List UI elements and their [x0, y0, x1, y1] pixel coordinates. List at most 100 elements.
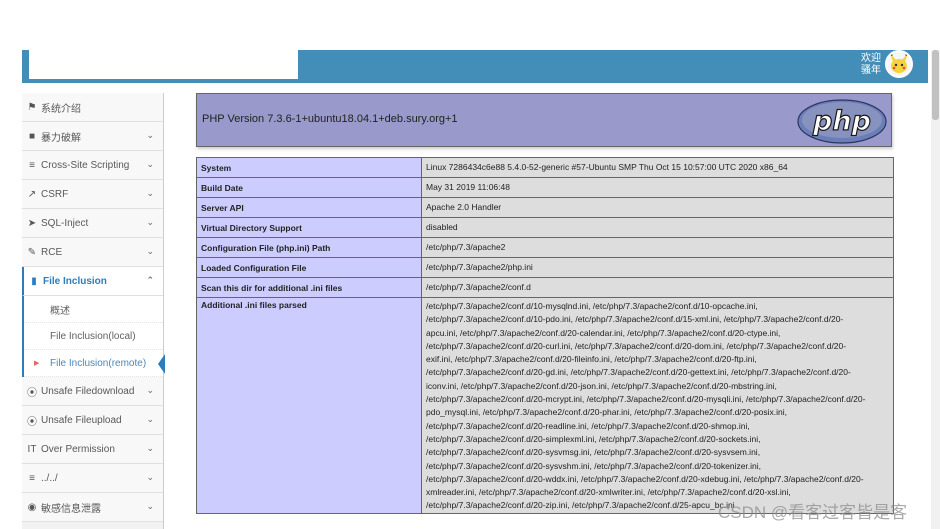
sidebar-item-rce[interactable]: ✎ RCE ⌄ [22, 238, 163, 267]
sidebar-item-label: Unsafe Filedownload [41, 385, 135, 397]
ini-line: /etc/php/7.3/apache2/conf.d/20-wddx.ini,… [426, 473, 864, 484]
chevron-down-icon: ⌄ [146, 217, 154, 227]
table-row: System Linux 7286434c6e88 5.4.0-52-gener… [196, 157, 894, 178]
lock-icon: ■ [28, 130, 36, 142]
sliders-icon: ≡ [29, 159, 35, 171]
row-key: Loaded Configuration File [196, 257, 422, 278]
sidebar-item-label: ../../ [41, 472, 58, 484]
ini-line: exif.ini, /etc/php/7.3/apache2/conf.d/20… [426, 354, 757, 365]
sidebar-item-label: 系统介绍 [41, 103, 81, 115]
sidebar-item-bruteforce[interactable]: ■ 暴力破解 ⌄ [22, 122, 163, 151]
table-row: Scan this dir for additional .ini files … [196, 277, 894, 298]
page-scrollbar[interactable] [931, 50, 940, 529]
sidebar-item-filedownload[interactable]: ⦿ Unsafe Filedownload ⌄ [22, 377, 163, 406]
ini-line: iconv.ini, /etc/php/7.3/apache2/conf.d/2… [426, 380, 777, 391]
sidebar: ⚑ 系统介绍 ■ 暴力破解 ⌄ ≡ Cross-Site Scripting ⌄… [22, 93, 165, 529]
sidebar-item-label: File Inclusion [43, 275, 107, 287]
scrollbar-thumb[interactable] [932, 50, 939, 120]
php-logo-icon: php [797, 99, 887, 144]
sidebar-item-label: 暴力破解 [41, 132, 81, 144]
chevron-down-icon: ⌄ [146, 130, 154, 140]
row-value: /etc/php/7.3/apache2/php.ini [421, 257, 894, 278]
active-pointer-icon [158, 354, 165, 374]
row-key: System [196, 157, 422, 178]
row-key: Virtual Directory Support [196, 217, 422, 238]
php-logo-text: php [812, 106, 871, 137]
row-value: /etc/php/7.3/apache2/conf.d [421, 277, 894, 298]
align-left-icon: ≡ [29, 472, 35, 484]
sidebar-item-label: RCE [41, 246, 63, 258]
logo-area[interactable] [29, 50, 298, 79]
table-row: Build Date May 31 2019 11:06:48 [196, 177, 894, 198]
chevron-down-icon: ⌄ [146, 159, 154, 169]
ini-line: /etc/php/7.3/apache2/conf.d/10-pdo.ini, … [426, 314, 844, 325]
row-value: May 31 2019 11:06:48 [421, 177, 894, 198]
sidebar-item-label: CSRF [41, 188, 69, 200]
ini-line: /etc/php/7.3/apache2/conf.d/20-simplexml… [426, 433, 761, 444]
camera-icon: ◉ [27, 501, 37, 513]
sidebar-item-label: Cross-Site Scripting [41, 159, 130, 171]
sidebar-item-csrf[interactable]: ↗ CSRF ⌄ [22, 180, 163, 209]
sidebar-item-label: Over Permission [41, 443, 115, 455]
tag-icon: ⚑ [27, 101, 37, 113]
phpinfo-header: PHP Version 7.3.6-1+ubuntu18.04.1+deb.su… [196, 93, 892, 147]
ini-line: /etc/php/7.3/apache2/conf.d/20-sysvshm.i… [426, 460, 762, 471]
user-avatar[interactable] [885, 50, 913, 78]
plane-icon: ➤ [27, 217, 37, 229]
csdn-watermark: CSDN @看客过客皆是客 [718, 503, 908, 522]
submenu-item-overview[interactable]: 概述 [24, 296, 163, 323]
sidebar-item-file-inclusion[interactable]: ▮ File Inclusion ⌃ [22, 267, 163, 296]
pencil-icon: ✎ [27, 246, 37, 258]
circle-arrow-down-icon: ⦿ [27, 387, 37, 399]
ini-line: /etc/php/7.3/apache2/conf.d/20-curl.ini,… [426, 340, 847, 351]
ini-line: /etc/php/7.3/apache2/conf.d/20-gd.ini, /… [426, 367, 851, 378]
sidebar-item-dir-traversal[interactable]: ≡ ../../ ⌄ [22, 464, 163, 493]
pikachu-avatar-icon [890, 53, 908, 73]
row-key: Additional .ini files parsed [196, 297, 422, 514]
phpinfo-table: System Linux 7286434c6e88 5.4.0-52-gener… [196, 157, 894, 514]
sidebar-item-label: Unsafe Fileupload [41, 414, 122, 426]
ini-line: /etc/php/7.3/apache2/conf.d/20-sysvmsg.i… [426, 447, 761, 458]
welcome-line-1: 欢迎 [861, 53, 881, 64]
text-cursor-icon: IT [27, 443, 37, 455]
chevron-up-icon: ⌃ [146, 275, 154, 285]
chevron-down-icon: ⌄ [146, 414, 154, 424]
php-version-title: PHP Version 7.3.6-1+ubuntu18.04.1+deb.su… [202, 113, 458, 125]
sidebar-item-intro[interactable]: ⚑ 系统介绍 [22, 93, 163, 122]
sidebar-item-over-permission[interactable]: IT Over Permission ⌄ [22, 435, 163, 464]
chevron-down-icon: ⌄ [146, 246, 154, 256]
row-value: Apache 2.0 Handler [421, 197, 894, 218]
submenu-item-label: File Inclusion(remote) [50, 357, 147, 369]
welcome-text: 欢迎 骚年 [861, 53, 881, 77]
submenu-item-fi-remote[interactable]: ▶ File Inclusion(remote) [24, 350, 165, 377]
sidebar-item-label: 敏感信息泄露 [41, 503, 101, 515]
row-value: disabled [421, 217, 894, 238]
sidebar-item-sqli[interactable]: ➤ SQL-Inject ⌄ [22, 209, 163, 238]
row-value: /etc/php/7.3/apache2 [421, 237, 894, 258]
table-row-additional-ini: Additional .ini files parsed /etc/php/7.… [196, 297, 894, 514]
table-row: Server API Apache 2.0 Handler [196, 197, 894, 218]
row-key: Server API [196, 197, 422, 218]
sidebar-item-xss[interactable]: ≡ Cross-Site Scripting ⌄ [22, 151, 163, 180]
sidebar-item-info-leak[interactable]: ◉ 敏感信息泄露 ⌄ [22, 493, 163, 522]
ini-line: /etc/php/7.3/apache2/conf.d/20-readline.… [426, 420, 750, 431]
row-key: Configuration File (php.ini) Path [196, 237, 422, 258]
welcome-line-2: 骚年 [861, 65, 881, 76]
caret-right-icon: ▶ [34, 360, 40, 367]
ini-line: pdo_mysql.ini, /etc/php/7.3/apache2/conf… [426, 407, 788, 418]
ini-line: /etc/php/7.3/apache2/conf.d/10-mysqlnd.i… [426, 301, 758, 311]
sidebar-item-fileupload[interactable]: ⦿ Unsafe Fileupload ⌄ [22, 406, 163, 435]
chevron-down-icon: ⌄ [146, 443, 154, 453]
row-value: Linux 7286434c6e88 5.4.0-52-generic #57-… [421, 157, 894, 178]
chevron-down-icon: ⌄ [146, 385, 154, 395]
share-icon: ↗ [27, 188, 37, 200]
top-navbar: 欢迎 骚年 [22, 50, 928, 83]
table-row: Loaded Configuration File /etc/php/7.3/a… [196, 257, 894, 278]
submenu-item-label: File Inclusion(local) [50, 330, 136, 342]
chevron-down-icon: ⌄ [146, 501, 154, 511]
file-icon: ▮ [31, 275, 37, 287]
file-inclusion-submenu: 概述 File Inclusion(local) ▶ File Inclusio… [22, 296, 165, 377]
ini-line: apcu.ini, /etc/php/7.3/apache2/conf.d/20… [426, 327, 781, 338]
submenu-item-label: 概述 [50, 305, 70, 317]
submenu-item-fi-local[interactable]: File Inclusion(local) [24, 323, 163, 350]
